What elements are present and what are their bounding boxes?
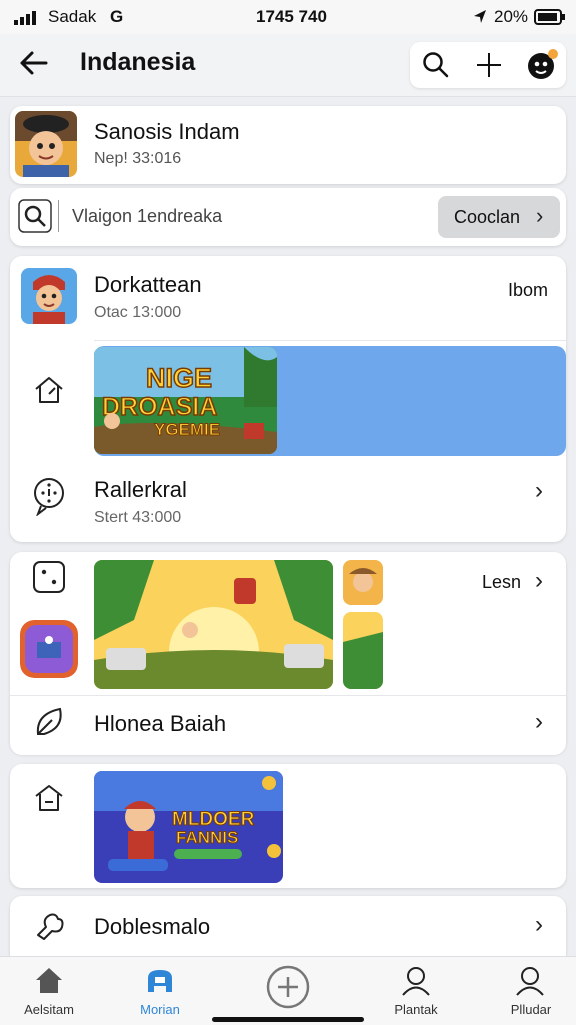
profile-avatar <box>15 111 77 177</box>
profile-subtitle: Nep! 33:016 <box>94 150 182 167</box>
nav-label-home: Aelsitam <box>24 1002 74 1017</box>
home-filled-icon <box>34 966 64 994</box>
nav-label-profile: Plantak <box>394 1002 438 1017</box>
nav-label-messages: Morian <box>140 1002 180 1017</box>
chevron-right-icon: › <box>535 477 543 504</box>
featured-mini-2[interactable] <box>343 612 383 689</box>
row2-subtitle: Stert 43:000 <box>94 509 182 526</box>
leaf-icon <box>32 704 68 740</box>
dice-icon <box>32 560 66 594</box>
profile-card[interactable] <box>10 106 566 184</box>
nav-item-messages[interactable]: Morian <box>110 960 210 1020</box>
person-icon <box>400 966 432 996</box>
chat-icon <box>144 966 176 996</box>
battery-percent: 20% <box>494 7 529 26</box>
carrier-extra: G <box>110 7 124 26</box>
home-icon <box>32 374 66 406</box>
nav-label-account: Plludar <box>510 1002 552 1017</box>
compass-icon <box>32 476 68 516</box>
banner1-line3: YGEMIE <box>154 420 220 439</box>
row3-title: Hlonea Baiah <box>94 711 227 736</box>
game1-icon <box>21 268 77 324</box>
search-divider <box>58 200 59 232</box>
chevron-right-icon: › <box>536 203 544 228</box>
carrier-label: Sadak <box>48 7 97 26</box>
search-go-label: Cooclan <box>454 207 521 227</box>
divider <box>94 340 566 341</box>
game1-subtitle: Otac 13:000 <box>94 304 182 321</box>
location-icon <box>472 9 488 30</box>
plus-circle-icon <box>265 964 311 1010</box>
page-title: Indanesia <box>80 48 196 76</box>
signal-icon <box>14 11 38 30</box>
profile-name: Sanosis Indam <box>94 119 240 144</box>
avatar-menu-icon[interactable] <box>526 48 560 82</box>
nav-item-profile[interactable]: Plantak <box>366 960 466 1020</box>
battery-icon <box>534 9 566 30</box>
chevron-right-icon: › <box>535 567 543 594</box>
back-arrow-icon[interactable] <box>18 50 48 76</box>
account-icon <box>514 966 546 996</box>
status-time: 1745 740 <box>256 7 327 26</box>
featured-mini-1[interactable] <box>343 560 383 605</box>
chevron-right-icon: › <box>535 911 543 938</box>
puzzle-icon <box>32 907 68 943</box>
game1-title: Dorkattean <box>94 272 202 297</box>
banner2-line2: FANNIS <box>176 828 238 847</box>
home-indicator <box>212 1017 364 1022</box>
nav-item-create[interactable] <box>238 960 338 1020</box>
search-field-icon <box>18 199 52 233</box>
status-bar: Sadak G 1745 740 20% <box>0 0 576 34</box>
search-input[interactable]: Vlaigon 1endreaka <box>72 206 222 227</box>
row2-title: Rallerkral <box>94 477 187 502</box>
section3-link[interactable]: Lesn <box>482 572 521 593</box>
nav-item-home[interactable]: Aelsitam <box>0 960 100 1020</box>
chevron-right-icon: › <box>535 708 543 735</box>
search-icon[interactable] <box>422 51 450 79</box>
app-icon-purple <box>20 620 78 678</box>
search-go-button[interactable]: Cooclan › <box>438 196 560 238</box>
game1-trailing[interactable]: Ibom <box>508 280 548 301</box>
home-outline-icon <box>32 782 66 816</box>
banner1-line2: DROASIA <box>102 393 217 421</box>
game-banner-1[interactable]: NIGE DROASIA YGEMIE <box>94 347 277 454</box>
nav-item-account[interactable]: Plludar <box>476 960 576 1020</box>
row4-title: Doblesmalo <box>94 914 211 939</box>
banner2-line1: MLDOER <box>172 809 255 830</box>
promo-banner[interactable]: MLDOER FANNIS <box>94 771 283 883</box>
banner1-line1: NIGE <box>146 363 212 393</box>
featured-banner[interactable] <box>94 560 333 689</box>
add-icon[interactable] <box>475 51 503 79</box>
